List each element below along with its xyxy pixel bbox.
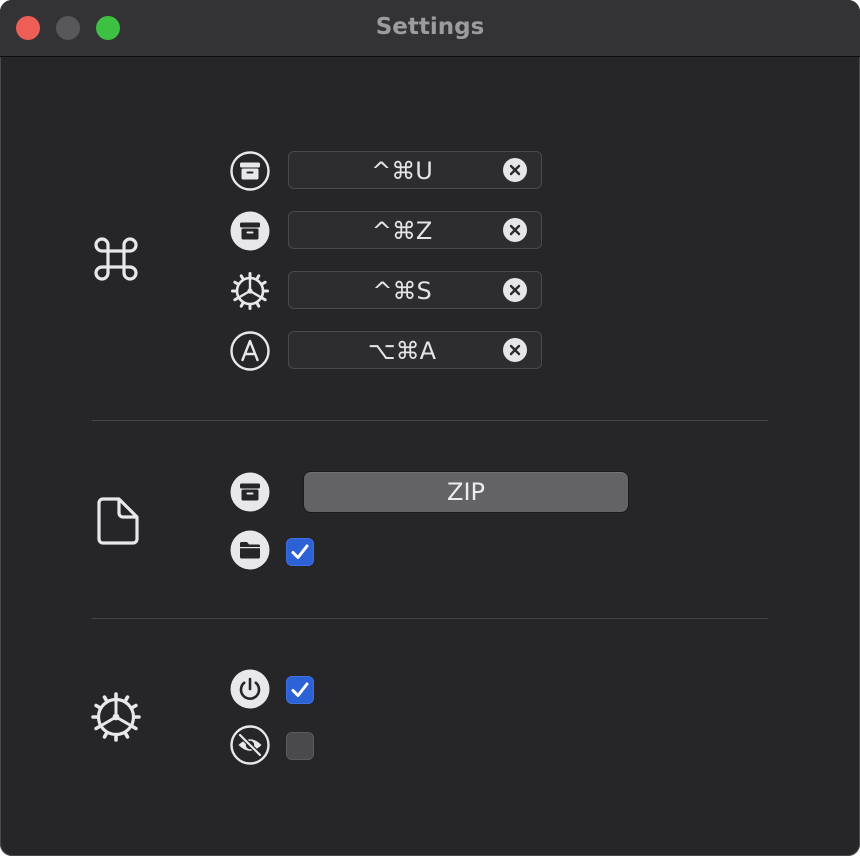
launch-at-login-checkbox[interactable] xyxy=(286,676,314,704)
folder-checkbox[interactable] xyxy=(286,538,314,566)
archive-format-popup[interactable]: ZIP xyxy=(303,471,629,513)
shortcut-field-zip[interactable]: ^⌘Z xyxy=(288,211,542,249)
title-bar: Settings xyxy=(0,0,860,57)
clear-shortcut-icon[interactable] xyxy=(503,218,527,242)
clear-shortcut-icon[interactable] xyxy=(503,338,527,362)
clear-shortcut-icon[interactable] xyxy=(503,278,527,302)
clear-shortcut-icon[interactable] xyxy=(503,158,527,182)
archive-filled-circle-icon xyxy=(230,472,270,512)
folder-filled-circle-icon xyxy=(230,530,270,570)
shortcut-keys: ^⌘U xyxy=(371,157,433,185)
shortcut-field-upload[interactable]: ^⌘U xyxy=(288,151,542,189)
section-divider xyxy=(92,420,768,421)
settings-window: Settings ^⌘U ^⌘Z ^⌘S ⌥⌘A ZIP xyxy=(0,0,860,856)
hide-icon-checkbox[interactable] xyxy=(286,732,314,760)
archive-circle-icon xyxy=(230,151,270,191)
shortcut-keys: ⌥⌘A xyxy=(367,337,437,365)
archive-filled-circle-icon xyxy=(230,211,270,251)
shortcut-field-settings[interactable]: ^⌘S xyxy=(288,271,542,309)
shortcut-keys: ^⌘S xyxy=(372,277,432,305)
section-divider xyxy=(92,618,768,619)
command-icon xyxy=(94,237,138,281)
document-icon xyxy=(97,497,139,545)
gear-icon xyxy=(91,692,141,742)
letter-a-circle-icon xyxy=(230,331,270,371)
power-filled-circle-icon xyxy=(230,669,270,709)
checkmark-icon xyxy=(291,544,309,559)
eye-slash-circle-icon xyxy=(230,725,270,765)
shortcut-field-a[interactable]: ⌥⌘A xyxy=(288,331,542,369)
checkmark-icon xyxy=(291,682,309,697)
window-title: Settings xyxy=(375,14,485,40)
gear-icon xyxy=(231,272,269,310)
shortcut-keys: ^⌘Z xyxy=(371,217,433,245)
